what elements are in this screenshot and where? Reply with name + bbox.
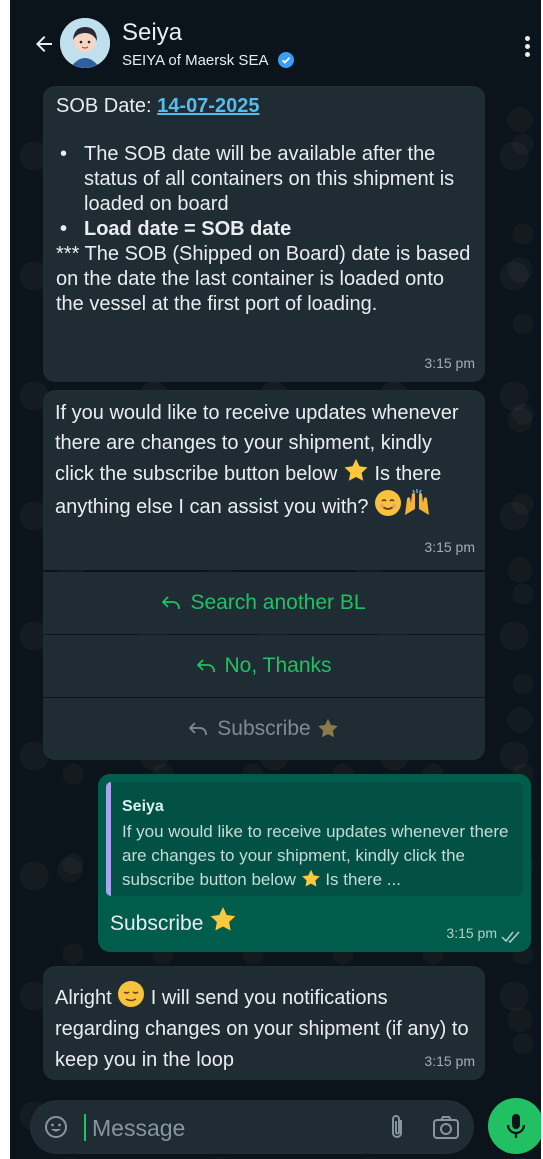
relieved-face-emoji-icon — [118, 981, 145, 1007]
reply-icon — [189, 722, 208, 735]
quick-reply-label: Subscribe — [217, 717, 311, 740]
raising-hands-emoji-icon — [405, 489, 430, 515]
sob-bullet-list: The SOB date will be available after the… — [56, 142, 476, 242]
incoming-message-sob: SOB Date: 14-07-2025 The SOB date will b… — [43, 86, 485, 382]
smiling-face-emoji-icon — [375, 490, 402, 516]
quoted-message[interactable]: Seiya If you would like to receive updat… — [106, 782, 523, 896]
camera-icon[interactable] — [432, 1114, 460, 1140]
sob-date-label: SOB Date: — [56, 95, 158, 117]
attachment-icon[interactable] — [386, 1113, 408, 1141]
message-text: Subscribe — [110, 906, 237, 936]
business-name: SEIYA of Maersk SEA — [122, 52, 268, 69]
reply-icon — [162, 596, 181, 609]
message-text-main: Subscribe — [110, 912, 204, 935]
message-time: 3:15 pm — [424, 539, 475, 555]
quick-reply-label: Search another BL — [190, 591, 366, 614]
incoming-message-confirmation: Alright I will send you notifications re… — [43, 966, 485, 1080]
back-arrow-icon[interactable] — [32, 32, 56, 56]
sob-note: *** The SOB (Shipped on Board) date is b… — [56, 243, 471, 315]
incoming-message-subscribe-prompt: If you would like to receive updates whe… — [43, 390, 485, 570]
message-time: 3:15 pm — [424, 1053, 475, 1069]
contact-name[interactable]: Seiya — [122, 19, 182, 47]
chat-screen: Seiya SEIYA of Maersk SEA SOB Date: 14-0… — [10, 0, 541, 1159]
star-emoji-icon — [210, 907, 236, 931]
message-composer — [30, 1100, 474, 1154]
text-caret — [84, 1114, 86, 1141]
quick-reply-label: No, Thanks — [224, 654, 332, 677]
message-time: 3:15 pm — [424, 355, 475, 371]
message-input[interactable] — [90, 1109, 364, 1147]
star-emoji-icon — [301, 869, 320, 887]
quick-reply-no-thanks[interactable]: No, Thanks — [43, 635, 485, 697]
quoted-text-tail: Is there ... — [320, 870, 401, 889]
verified-badge-icon — [277, 52, 294, 68]
message-time: 3:15 pm — [446, 925, 497, 941]
star-emoji-icon — [317, 718, 338, 738]
quick-reply-search-another-bl[interactable]: Search another BL — [43, 572, 485, 634]
chat-header: Seiya SEIYA of Maersk SEA — [10, 0, 541, 82]
microphone-icon — [506, 1114, 526, 1138]
emoji-picker-icon[interactable] — [44, 1115, 68, 1139]
double-check-icon — [501, 931, 520, 943]
list-item: The SOB date will be available after the… — [56, 142, 476, 217]
contact-subtitle[interactable]: SEIYA of Maersk SEA — [122, 52, 294, 69]
outgoing-message-subscribe: Seiya If you would like to receive updat… — [98, 774, 531, 952]
reply-icon — [196, 659, 215, 672]
star-emoji-icon — [344, 459, 368, 481]
more-options-icon[interactable] — [525, 36, 531, 58]
sob-date-line: SOB Date: 14-07-2025 — [56, 94, 476, 119]
sob-date-link[interactable]: 14-07-2025 — [157, 95, 259, 117]
avatar[interactable] — [60, 18, 110, 68]
quoted-text: If you would like to receive updates whe… — [122, 820, 517, 892]
quoted-sender: Seiya — [122, 798, 164, 815]
list-item: Load date = SOB date — [56, 217, 476, 242]
message-text: Alright — [55, 987, 118, 1009]
voice-message-button[interactable] — [488, 1098, 541, 1154]
quick-reply-subscribe[interactable]: Subscribe — [43, 698, 485, 760]
quote-bar — [106, 782, 111, 896]
